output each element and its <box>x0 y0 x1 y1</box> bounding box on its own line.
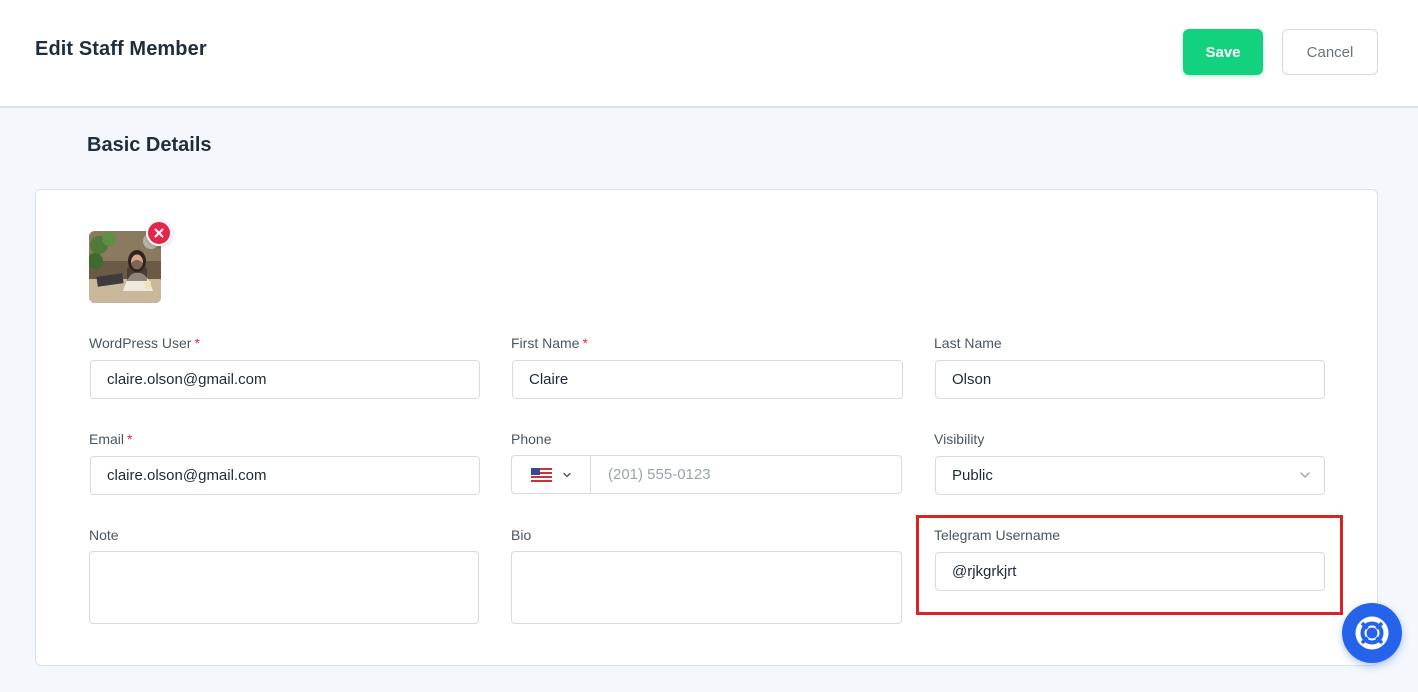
wordpress-user-value: claire.olson@gmail.com <box>107 371 267 388</box>
page-header: Edit Staff Member Save Cancel <box>0 0 1418 108</box>
first-name-value: Claire <box>529 371 569 388</box>
avatar-remove-button[interactable] <box>146 220 172 246</box>
chevron-down-icon <box>562 472 571 477</box>
email-label-text: Email <box>89 431 125 447</box>
help-button[interactable] <box>1342 603 1402 663</box>
note-textarea[interactable] <box>89 551 479 624</box>
save-button[interactable]: Save <box>1183 29 1263 75</box>
bio-label-text: Bio <box>511 527 532 543</box>
note-label-text: Note <box>89 527 119 543</box>
required-mark: * <box>194 335 200 351</box>
visibility-select[interactable]: Public <box>935 456 1325 495</box>
first-name-field[interactable]: Claire <box>512 360 903 399</box>
visibility-label: Visibility <box>934 431 984 447</box>
email-value: claire.olson@gmail.com <box>107 467 267 484</box>
first-name-label: First Name * <box>511 335 588 351</box>
bio-label: Bio <box>511 527 531 543</box>
email-field[interactable]: claire.olson@gmail.com <box>90 456 480 495</box>
last-name-value: Olson <box>952 371 992 388</box>
close-icon <box>154 228 164 238</box>
cancel-button[interactable]: Cancel <box>1282 29 1378 75</box>
phone-country-select[interactable] <box>512 456 591 493</box>
us-flag-icon <box>530 467 552 482</box>
required-mark: * <box>582 335 588 351</box>
wordpress-user-label: WordPress User * <box>89 335 200 351</box>
email-label: Email * <box>89 431 132 447</box>
phone-placeholder: (201) 555-0123 <box>608 466 711 483</box>
note-label: Note <box>89 527 119 543</box>
visibility-value: Public <box>952 467 993 484</box>
section-title: Basic Details <box>87 134 212 156</box>
bio-textarea[interactable] <box>511 551 902 624</box>
lifebuoy-icon <box>1355 616 1389 650</box>
first-name-label-text: First Name <box>511 335 580 351</box>
chevron-down-icon <box>1300 472 1310 478</box>
phone-label: Phone <box>511 431 551 447</box>
wordpress-user-field[interactable]: claire.olson@gmail.com <box>90 360 480 399</box>
last-name-field[interactable]: Olson <box>935 360 1325 399</box>
required-mark: * <box>127 431 133 447</box>
phone-input[interactable]: (201) 555-0123 <box>608 456 711 493</box>
highlight-box <box>916 515 1343 615</box>
last-name-label: Last Name <box>934 335 1002 351</box>
phone-field: (201) 555-0123 <box>511 455 902 494</box>
wordpress-user-label-text: WordPress User <box>89 335 192 351</box>
last-name-label-text: Last Name <box>934 335 1002 351</box>
phone-label-text: Phone <box>511 431 552 447</box>
page-title: Edit Staff Member <box>35 38 207 60</box>
visibility-label-text: Visibility <box>934 431 985 447</box>
